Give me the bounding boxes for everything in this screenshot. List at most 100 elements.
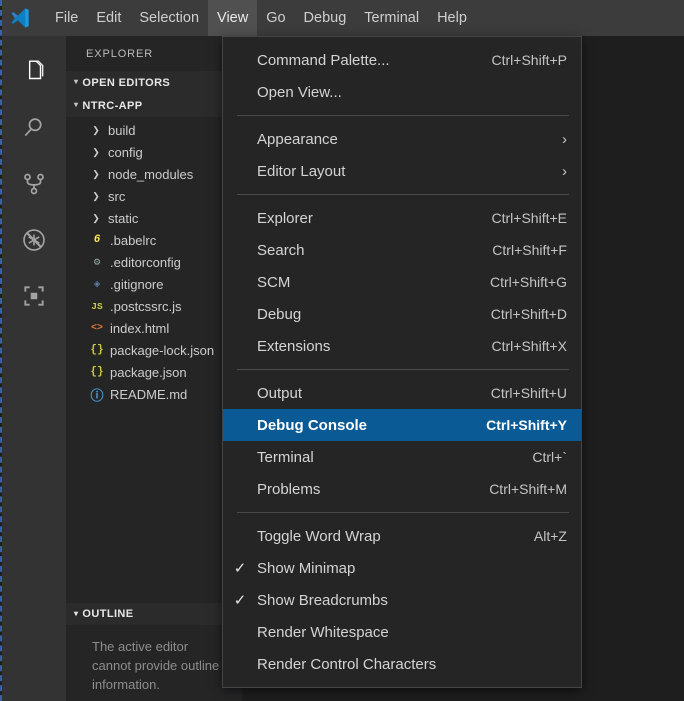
tree-item-static[interactable]: ❯ static <box>66 207 242 229</box>
menu-title-selection[interactable]: Selection <box>130 0 208 36</box>
activity-item-source-control[interactable] <box>2 158 66 214</box>
menu-item-label: Search <box>257 241 305 259</box>
menu-item-editor-layout[interactable]: Editor Layout › <box>223 155 581 187</box>
json-icon: {} <box>90 344 104 356</box>
chevron-right-icon: › <box>562 130 567 148</box>
checkmark-icon: ✓ <box>233 592 247 609</box>
menu-item-shortcut: Ctrl+Shift+D <box>490 306 567 322</box>
section-outline[interactable]: ▾ OUTLINE <box>66 603 242 625</box>
vscode-logo-icon <box>2 0 38 36</box>
tree-item-src[interactable]: ❯ src <box>66 185 242 207</box>
view-dropdown-menu: Command Palette... Ctrl+Shift+P Open Vie… <box>222 36 582 688</box>
tree-item-node-modules[interactable]: ❯ node_modules <box>66 163 242 185</box>
tree-item-index-html[interactable]: <> index.html <box>66 317 242 339</box>
tree-item-build[interactable]: ❯ build <box>66 119 242 141</box>
menu-item-show-breadcrumbs[interactable]: ✓ Show Breadcrumbs <box>223 584 581 616</box>
menu-separator <box>237 115 569 116</box>
menu-item-search[interactable]: Search Ctrl+Shift+F <box>223 234 581 266</box>
debug-bug-icon <box>21 227 47 258</box>
menu-item-render-whitespace[interactable]: Render Whitespace <box>223 616 581 648</box>
menu-item-scm[interactable]: SCM Ctrl+Shift+G <box>223 266 581 298</box>
tree-item-label: package-lock.json <box>110 342 215 358</box>
menu-title-debug[interactable]: Debug <box>295 0 356 36</box>
menu-item-label: Terminal <box>257 448 314 466</box>
menu-item-output[interactable]: Output Ctrl+Shift+U <box>223 377 581 409</box>
javascript-icon: JS <box>91 300 103 312</box>
menu-item-extensions[interactable]: Extensions Ctrl+Shift+X <box>223 330 581 362</box>
tree-item-label: .editorconfig <box>110 254 181 270</box>
menu-item-debug[interactable]: Debug Ctrl+Shift+D <box>223 298 581 330</box>
menu-item-command-palette[interactable]: Command Palette... Ctrl+Shift+P <box>223 44 581 76</box>
chevron-right-icon: ❯ <box>92 190 100 201</box>
tree-item-package-lock-json[interactable]: {} package-lock.json <box>66 339 242 361</box>
menu-title-go[interactable]: Go <box>257 0 294 36</box>
menu-item-shortcut: Ctrl+Shift+P <box>491 52 567 68</box>
menu-item-label: Appearance <box>257 130 338 148</box>
menu-item-show-minimap[interactable]: ✓ Show Minimap <box>223 552 581 584</box>
menu-item-problems[interactable]: Problems Ctrl+Shift+M <box>223 473 581 505</box>
sidebar-title: EXPLORER <box>86 47 154 60</box>
menu-item-render-control-characters[interactable]: Render Control Characters <box>223 648 581 680</box>
menu-item-toggle-word-wrap[interactable]: Toggle Word Wrap Alt+Z <box>223 520 581 552</box>
menu-item-label: Show Minimap <box>257 559 356 577</box>
tree-item-readme-md[interactable]: ⓘ README.md <box>66 383 242 405</box>
tree-item-package-json[interactable]: {} package.json <box>66 361 242 383</box>
source-control-branch-icon <box>21 171 47 202</box>
menu-item-shortcut: Alt+Z <box>533 528 567 544</box>
file-tree: ❯ build ❯ config ❯ node_modules ❯ src ❯ … <box>66 117 242 405</box>
menu-item-terminal[interactable]: Terminal Ctrl+` <box>223 441 581 473</box>
tree-item-gitignore[interactable]: ◈ .gitignore <box>66 273 242 295</box>
tree-item-label: README.md <box>110 386 188 402</box>
tree-item-label: package.json <box>110 364 187 380</box>
tree-item-label: config <box>108 144 143 160</box>
section-outline-label: OUTLINE <box>82 608 134 620</box>
activity-item-explorer[interactable] <box>2 46 66 102</box>
activity-item-extensions[interactable] <box>2 270 66 326</box>
menu-item-label: Extensions <box>257 337 331 355</box>
menu-title-edit[interactable]: Edit <box>87 0 130 36</box>
menu-item-label: Output <box>257 384 303 402</box>
menu-item-debug-console[interactable]: Debug Console Ctrl+Shift+Y <box>223 409 581 441</box>
tree-item-babelrc[interactable]: 6 .babelrc <box>66 229 242 251</box>
chevron-right-icon: ❯ <box>92 146 100 157</box>
search-icon <box>21 115 47 146</box>
menu-title-help[interactable]: Help <box>428 0 476 36</box>
menu-strip: File Edit Selection View Go Debug Termin… <box>46 0 476 36</box>
menu-item-shortcut: Ctrl+Shift+E <box>491 210 567 226</box>
chevron-down-icon: ▾ <box>74 77 79 86</box>
chevron-right-icon: › <box>562 162 567 180</box>
chevron-right-icon: ❯ <box>92 212 100 223</box>
title-menu-bar: File Edit Selection View Go Debug Termin… <box>2 0 684 36</box>
tree-item-label: node_modules <box>108 166 194 182</box>
menu-item-shortcut: Ctrl+Shift+G <box>489 274 567 290</box>
tree-item-label: .babelrc <box>110 232 157 248</box>
menu-item-open-view[interactable]: Open View... <box>223 76 581 108</box>
activity-item-search[interactable] <box>2 102 66 158</box>
tree-item-config[interactable]: ❯ config <box>66 141 242 163</box>
menu-title-view[interactable]: View <box>208 0 258 36</box>
menu-separator <box>237 369 569 370</box>
explorer-sidebar: EXPLORER ▾ OPEN EDITORS ▾ NTRC-APP ❯ bui… <box>66 36 242 701</box>
menu-item-label: Explorer <box>257 209 313 227</box>
menu-separator <box>237 194 569 195</box>
extensions-squares-icon <box>21 283 47 314</box>
menu-item-appearance[interactable]: Appearance › <box>223 123 581 155</box>
menu-title-terminal[interactable]: Terminal <box>355 0 428 36</box>
files-icon <box>21 59 47 90</box>
section-ntrc-app-label: NTRC-APP <box>82 99 143 112</box>
chevron-right-icon: ❯ <box>92 168 100 179</box>
tree-item-postcssrc[interactable]: JS .postcssrc.js <box>66 295 242 317</box>
menu-item-explorer[interactable]: Explorer Ctrl+Shift+E <box>223 202 581 234</box>
section-ntrc-app[interactable]: ▾ NTRC-APP <box>66 94 242 117</box>
menu-item-shortcut: Ctrl+Shift+U <box>490 385 567 401</box>
menu-title-file[interactable]: File <box>46 0 87 36</box>
tree-item-label: .gitignore <box>110 276 164 292</box>
activity-item-debug[interactable] <box>2 214 66 270</box>
menu-item-label: Render Whitespace <box>257 623 389 641</box>
menu-item-shortcut: Ctrl+Shift+M <box>489 481 567 497</box>
section-open-editors[interactable]: ▾ OPEN EDITORS <box>66 71 242 94</box>
section-open-editors-label: OPEN EDITORS <box>82 76 171 89</box>
checkmark-icon: ✓ <box>233 560 247 577</box>
menu-item-label: Render Control Characters <box>257 655 437 673</box>
tree-item-editorconfig[interactable]: ⚙ .editorconfig <box>66 251 242 273</box>
